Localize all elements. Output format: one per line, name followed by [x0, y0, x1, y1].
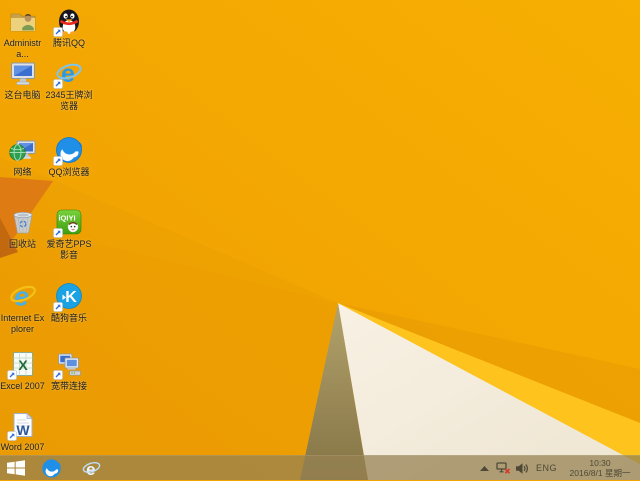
word-2007-icon: W: [6, 410, 38, 441]
desktop-icon-kugou-music[interactable]: K 酷狗音乐: [44, 281, 94, 324]
shortcut-arrow-icon: [53, 302, 63, 312]
desktop-icon-label: 这台电脑: [4, 90, 41, 100]
iqiyi-pps-icon: iQIYI: [53, 207, 84, 238]
shortcut-arrow-icon: [53, 27, 63, 37]
qq-browser-icon: [53, 135, 84, 166]
desktop-icon-iqiyi-pps[interactable]: iQIYI 爱奇艺PPS影音: [44, 207, 94, 261]
desktop-icon-label: 网络: [13, 167, 32, 177]
network-disconnected-icon: [496, 461, 511, 474]
recycle-bin-icon: [8, 207, 38, 237]
shortcut-arrow-icon: [53, 79, 63, 89]
desktop-icon-recycle-bin[interactable]: 回收站: [0, 207, 45, 250]
desktop-icon-label: Excel 2007: [0, 381, 45, 391]
desktop-icon-word-2007[interactable]: W Word 2007: [0, 410, 45, 453]
desktop-icon-label: 回收站: [8, 239, 36, 249]
wallpaper: [0, 0, 640, 480]
show-hidden-icons-button[interactable]: [479, 465, 489, 471]
tencent-qq-icon: [53, 6, 84, 37]
volume-button[interactable]: [515, 462, 529, 474]
svg-text:X: X: [18, 357, 28, 373]
desktop-icon-2345-browser[interactable]: e 2345王牌浏览器: [44, 58, 94, 112]
language-indicator[interactable]: ENG: [536, 463, 557, 473]
desktop-icon-this-pc[interactable]: 这台电脑: [0, 58, 45, 101]
speaker-icon: [515, 462, 528, 474]
clock[interactable]: 10:30 2016/8/1 星期一: [565, 458, 635, 478]
start-button[interactable]: [0, 456, 32, 481]
desktop-icon-broadband-connection[interactable]: 宽带连接: [44, 349, 94, 392]
desktop-icon-label: 酷狗音乐: [50, 313, 87, 323]
windows-logo-icon: [7, 460, 25, 476]
desktop-icon-label: Internet Explorer: [0, 313, 45, 334]
desktop-icon-label: 2345王牌浏览器: [45, 90, 93, 111]
desktop-icon-qq-browser[interactable]: QQ浏览器: [44, 135, 94, 178]
desktop-icon-label: Administra...: [3, 38, 42, 59]
desktop-icon-excel-2007[interactable]: X Excel 2007: [0, 349, 45, 392]
desktop-icon-administrator-folder[interactable]: Administra...: [0, 6, 45, 60]
network-icon: [8, 135, 38, 165]
desktop-icon-label: 爱奇艺PPS影音: [46, 239, 92, 260]
system-tray: ENG 10:30 2016/8/1 星期一: [479, 458, 640, 478]
qq-browser-icon: [41, 458, 61, 478]
kugou-music-icon: K: [53, 281, 84, 312]
this-pc-icon: [8, 58, 38, 88]
taskbar-pinned-2345-browser[interactable]: e: [78, 456, 104, 481]
shortcut-arrow-icon: [53, 370, 63, 380]
desktop-icon-internet-explorer[interactable]: e Internet Explorer: [0, 281, 45, 335]
desktop-icon-tencent-qq[interactable]: 腾讯QQ: [44, 6, 94, 49]
desktop-icon-network[interactable]: 网络: [0, 135, 45, 178]
desktop-icon-label: QQ浏览器: [48, 167, 90, 177]
clock-date: 2016/8/1 星期一: [569, 468, 631, 478]
shortcut-arrow-icon: [6, 370, 17, 380]
network-status-button[interactable]: [496, 461, 511, 475]
administrator-folder-icon: [8, 6, 38, 36]
shortcut-arrow-icon: [53, 228, 63, 238]
shortcut-arrow-icon: [53, 156, 63, 166]
chevron-up-icon: [479, 465, 489, 471]
svg-text:iQIYI: iQIYI: [58, 214, 75, 223]
taskbar-pinned-qq-browser[interactable]: [38, 456, 64, 481]
taskbar: e ENG 10:30 2016/8/1 星期一: [0, 455, 640, 480]
svg-text:K: K: [65, 289, 77, 306]
excel-2007-icon: X: [6, 349, 38, 380]
broadband-connection-icon: [53, 349, 84, 380]
desktop-icon-label: 宽带连接: [50, 381, 87, 391]
2345-browser-icon: e: [53, 58, 84, 89]
desktop-icon-label: Word 2007: [0, 442, 45, 452]
shortcut-arrow-icon: [6, 431, 17, 441]
desktop-icon-label: 腾讯QQ: [52, 38, 85, 48]
svg-text:W: W: [16, 422, 30, 438]
2345-browser-icon: e: [82, 459, 100, 478]
internet-explorer-icon: e: [8, 281, 38, 311]
clock-time: 10:30: [589, 458, 611, 468]
